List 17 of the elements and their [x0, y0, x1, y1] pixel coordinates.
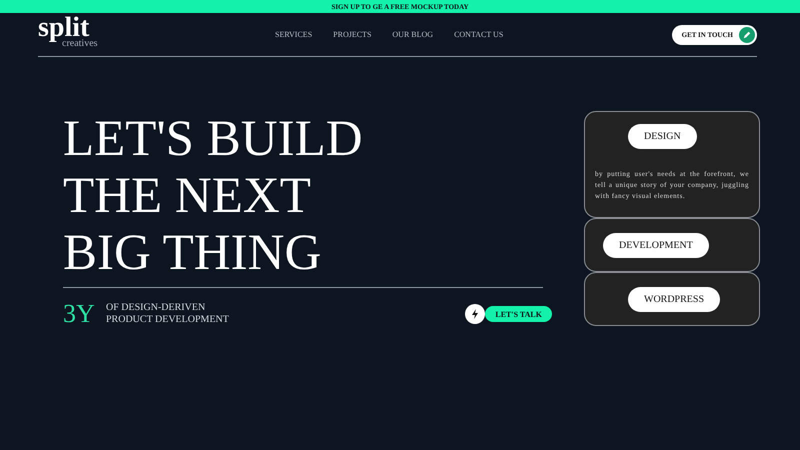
service-pill[interactable]: WORDPRESS: [628, 286, 720, 312]
nav-link[interactable]: PROJECTS: [333, 30, 372, 39]
service-card[interactable]: WORDPRESS: [584, 272, 760, 326]
nav-link[interactable]: SERVICES: [275, 30, 312, 39]
lightning-icon[interactable]: [465, 304, 486, 324]
nav-link[interactable]: CONTACT US: [454, 30, 504, 39]
service-pill[interactable]: DEVELOPMENT: [603, 232, 709, 258]
headline-line: THE NEXT: [63, 168, 311, 225]
nav-link[interactable]: OUR BLOG: [392, 30, 434, 39]
headline-line: LET'S BUILD: [63, 111, 363, 168]
headline-line: BIG THING: [63, 225, 322, 282]
service-card[interactable]: DEVELOPMENT: [584, 218, 760, 272]
pencil-icon: [739, 26, 755, 42]
stat-caption: OF DESIGN-DERIVEN PRODUCT DEVELOPMENT: [106, 302, 229, 326]
service-pill[interactable]: DESIGN: [628, 124, 697, 149]
lets-talk-button[interactable]: LET'S TALK: [485, 306, 552, 322]
stat-value: 3Y: [63, 299, 96, 329]
